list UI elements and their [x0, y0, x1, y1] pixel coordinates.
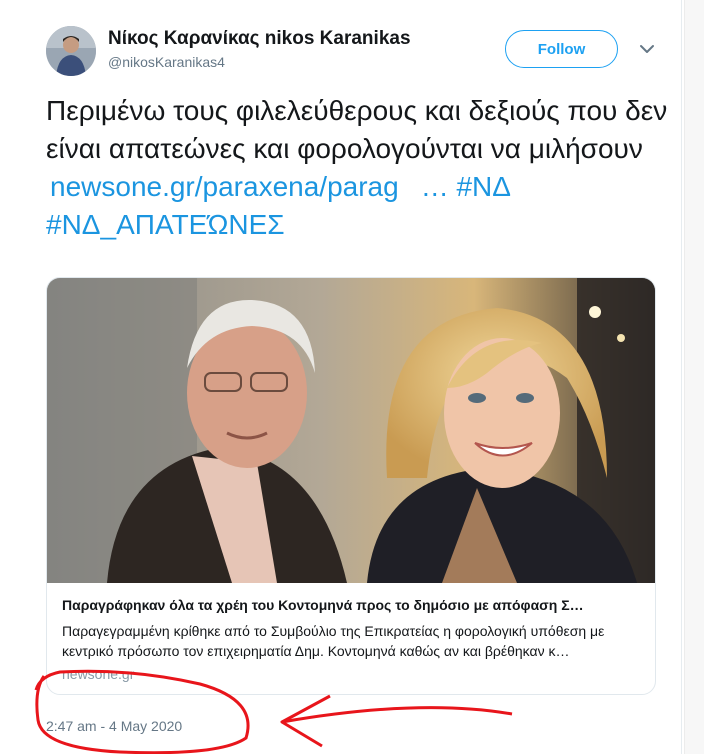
scrollbar-track[interactable]	[684, 0, 704, 754]
tweet-text-body: Περιμένω τους φιλελεύθερους και δεξιούς …	[46, 95, 668, 164]
card-domain: newsone.gr	[62, 666, 135, 682]
author-name[interactable]: Νίκος Καρανίκας nikos Karanikas	[108, 28, 411, 50]
card-description: Παραγεγραμμένη κρίθηκε από το Συμβούλιο …	[62, 623, 605, 659]
tweet-text: Περιμένω τους φιλελεύθερους και δεξιούς …	[46, 92, 671, 244]
link-preview-card[interactable]: Παραγράφηκαν όλα τα χρέη του Κοντομηνά π…	[46, 277, 656, 695]
chevron-down-icon[interactable]	[638, 40, 656, 58]
follow-button[interactable]: Follow	[505, 30, 618, 68]
card-title[interactable]: Παραγράφηκαν όλα τα χρέη του Κοντομηνά π…	[62, 597, 642, 613]
tweet-timestamp[interactable]: 2:47 am - 4 May 2020	[46, 718, 182, 734]
side-strip	[683, 0, 704, 754]
tweet-link[interactable]: newsone.gr/paraxena/parag	[50, 171, 399, 202]
tweet-card: Νίκος Καρανίκας nikos Karanikas @nikosKa…	[0, 0, 682, 754]
avatar[interactable]	[46, 26, 96, 76]
author-handle[interactable]: @nikosKaranikas4	[108, 54, 225, 70]
tweet-link-ellipsis[interactable]: …	[421, 171, 449, 202]
avatar-image	[46, 26, 96, 76]
hashtag-nd[interactable]: #ΝΔ	[456, 171, 511, 202]
card-image	[47, 278, 655, 583]
hashtag-nd-apateones[interactable]: #ΝΔ_ΑΠΑΤΕΏΝΕΣ	[46, 209, 285, 240]
